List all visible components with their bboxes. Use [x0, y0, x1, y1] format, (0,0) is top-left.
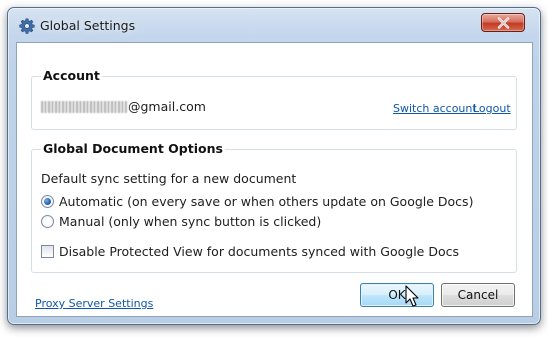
radio-manual-indicator[interactable]: [41, 215, 54, 228]
close-icon: [497, 17, 510, 29]
radio-automatic[interactable]: Automatic (on every save or when others …: [41, 194, 481, 210]
dialog-client-area: Account @gmail.com Switch account Logout…: [16, 42, 533, 317]
cancel-button[interactable]: Cancel: [441, 283, 515, 307]
radio-automatic-label: Automatic (on every save or when others …: [59, 194, 474, 209]
ok-button[interactable]: OK: [360, 283, 434, 307]
document-options-group: Global Document Options Default sync set…: [31, 141, 517, 273]
title-bar[interactable]: Global Settings: [8, 8, 540, 40]
radio-manual[interactable]: Manual (only when sync button is clicked…: [41, 214, 341, 230]
switch-account-link[interactable]: Switch account: [393, 102, 477, 115]
protected-view-option[interactable]: Disable Protected View for documents syn…: [41, 244, 481, 260]
protected-view-label: Disable Protected View for documents syn…: [59, 244, 459, 259]
email-domain: @gmail.com: [128, 99, 206, 114]
window-title: Global Settings: [40, 18, 136, 33]
gear-icon: [19, 18, 35, 34]
account-group: Account @gmail.com Switch account Logout: [31, 68, 517, 130]
radio-manual-label: Manual (only when sync button is clicked…: [59, 214, 322, 229]
radio-automatic-indicator[interactable]: [41, 195, 54, 208]
account-heading: Account: [41, 68, 102, 83]
global-settings-window: Global Settings Account @gmail.com Switc…: [7, 7, 541, 325]
email-redacted: [41, 101, 127, 113]
document-options-heading: Global Document Options: [41, 141, 225, 156]
mouse-pointer-icon: [405, 285, 420, 312]
close-button[interactable]: [481, 13, 525, 32]
sync-setting-caption: Default sync setting for a new document: [41, 171, 297, 186]
proxy-server-settings-link[interactable]: Proxy Server Settings: [35, 297, 153, 310]
logout-link[interactable]: Logout: [473, 102, 511, 115]
protected-view-checkbox[interactable]: [41, 245, 54, 258]
